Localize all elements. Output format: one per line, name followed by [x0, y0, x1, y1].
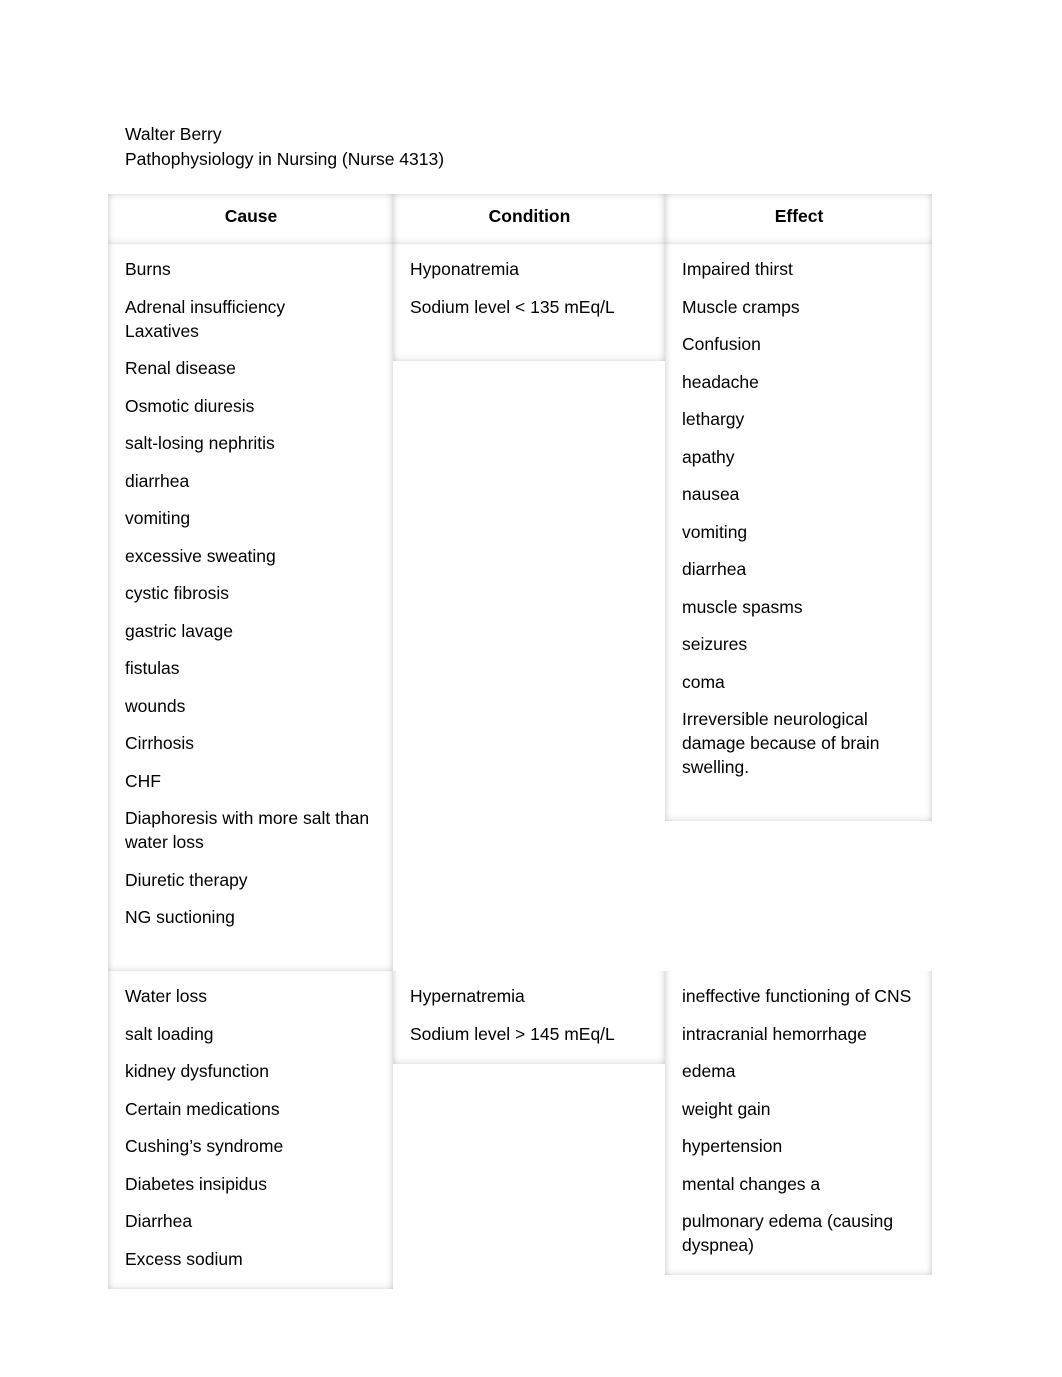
table-row: Burns Adrenal insufficiency Laxatives Renal…: [108, 244, 932, 971]
column-header-cause: Cause: [108, 194, 393, 244]
list-item: intracranial hemorrhage: [682, 1023, 867, 1044]
list-item: Diuretic therapy: [125, 869, 248, 890]
list-item: kidney dysfunction: [125, 1061, 269, 1081]
list-item: Osmotic diuresis: [125, 395, 255, 416]
list-item: fistulas: [125, 658, 180, 678]
list-item: Certain medications: [125, 1098, 280, 1119]
list-item: Diarrhea: [125, 1211, 193, 1231]
cell-condition: Hypernatremia Sodium level > 145 mEq/L: [393, 971, 665, 1289]
list-item: Diabetes insipidus: [125, 1173, 268, 1194]
list-item: Hyponatremia: [410, 259, 519, 279]
list-item: vomiting: [125, 508, 191, 528]
cause-list: Water loss salt loading kidney dysfunction…: [125, 984, 377, 1271]
list-item: apathy: [682, 446, 735, 467]
list-item: hypertension: [682, 1136, 783, 1156]
list-item: edema: [682, 1061, 736, 1081]
table-body: Burns Adrenal insufficiency Laxatives Renal…: [108, 244, 932, 1289]
document-page: Walter Berry Pathophysiology in Nursing …: [0, 0, 1062, 1377]
list-item: salt-losing nephritis: [125, 433, 275, 453]
cell-effect: ineffective functioning of CNS intracrani…: [665, 971, 932, 1289]
list-item: CHF: [125, 770, 161, 791]
cause-condition-effect-table: Cause Condition Effect Burns Adrenal ins…: [108, 194, 932, 1289]
list-item: vomiting: [682, 521, 748, 542]
list-item: mental changes a: [682, 1173, 821, 1194]
list-item: wounds: [125, 695, 186, 716]
list-item: Burns: [125, 259, 171, 279]
cell-condition: Hyponatremia Sodium level < 135 mEq/L: [393, 244, 665, 971]
list-item: Diaphoresis with more salt than water lo…: [125, 808, 370, 852]
course-title: Pathophysiology in Nursing (Nurse 4313): [125, 149, 445, 169]
list-item: Excess sodium: [125, 1248, 243, 1269]
column-header-effect: Effect: [665, 194, 932, 244]
cause-list: Burns Adrenal insufficiency Laxatives Renal…: [125, 257, 377, 929]
cell-effect: Impaired thirst Muscle cramps Confusion hea…: [665, 244, 932, 971]
list-item: cystic fibrosis: [125, 583, 230, 603]
list-item: muscle spasms: [682, 596, 803, 617]
cell-cause: Water loss salt loading kidney dysfunction…: [108, 971, 393, 1289]
column-header-cause-label: Cause: [224, 206, 278, 226]
table-row: Water loss salt loading kidney dysfunction…: [108, 971, 932, 1289]
table-header-row: Cause Condition Effect: [108, 194, 932, 244]
author-name: Walter Berry: [125, 124, 222, 144]
list-item: pulmonary edema (causing dyspnea): [682, 1211, 894, 1255]
condition-list: Hypernatremia Sodium level > 145 mEq/L: [410, 984, 649, 1046]
list-item: lethargy: [682, 409, 745, 429]
list-item: Water loss: [125, 986, 208, 1006]
list-item: weight gain: [682, 1098, 771, 1119]
list-item: coma: [682, 671, 725, 692]
list-item: Muscle cramps: [682, 296, 800, 317]
list-item: Confusion: [682, 334, 761, 354]
list-item: Hypernatremia: [410, 986, 525, 1006]
list-item: Irreversible neurological damage because…: [682, 709, 880, 777]
list-item: nausea: [682, 484, 740, 504]
column-header-effect-label: Effect: [774, 206, 824, 226]
document-header: Walter Berry Pathophysiology in Nursing …: [125, 122, 444, 172]
list-item: diarrhea: [682, 559, 747, 579]
list-item: salt loading: [125, 1023, 214, 1044]
list-item: gastric lavage: [125, 620, 233, 641]
list-item: headache: [682, 371, 759, 392]
list-item: Impaired thirst: [682, 259, 793, 279]
list-item: Renal disease: [125, 358, 236, 378]
condition-list: Hyponatremia Sodium level < 135 mEq/L: [410, 257, 649, 319]
column-header-condition: Condition: [393, 194, 665, 244]
list-item: Sodium level > 145 mEq/L: [410, 1023, 615, 1044]
list-item: Adrenal insufficiency Laxatives: [125, 296, 286, 341]
cell-cause: Burns Adrenal insufficiency Laxatives Renal…: [108, 244, 393, 971]
list-item: seizures: [682, 634, 748, 654]
effect-list: Impaired thirst Muscle cramps Confusion hea…: [682, 257, 916, 779]
list-item: NG suctioning: [125, 907, 235, 927]
column-header-condition-label: Condition: [488, 206, 571, 226]
list-item: Cirrhosis: [125, 733, 195, 753]
list-item: Sodium level < 135 mEq/L: [410, 296, 615, 317]
list-item: excessive sweating: [125, 545, 276, 566]
list-item: ineffective functioning of CNS: [682, 986, 912, 1006]
cause-condition-effect-table-wrapper: Cause Condition Effect Burns Adrenal ins…: [108, 194, 932, 1289]
effect-list: ineffective functioning of CNS intracrani…: [682, 984, 916, 1257]
list-item: Cushing’s syndrome: [125, 1136, 284, 1156]
table-header: Cause Condition Effect: [108, 194, 932, 244]
list-item: diarrhea: [125, 470, 190, 491]
